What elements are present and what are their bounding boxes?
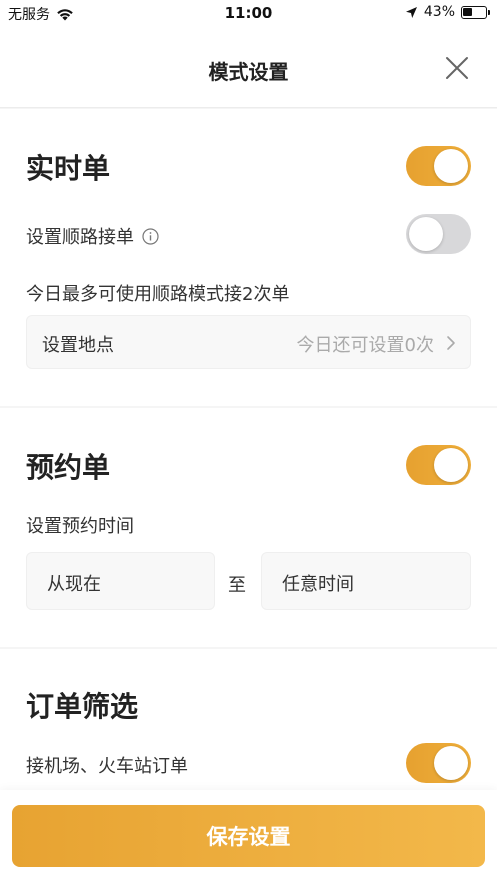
close-icon[interactable] — [445, 56, 469, 80]
battery-level — [463, 7, 472, 16]
time-from-value: 从现在 — [47, 574, 101, 595]
airport-label: 接机场、火车站订单 — [26, 756, 188, 777]
toggle-knob — [434, 448, 468, 482]
toggle-knob — [434, 746, 468, 780]
location-value: 今日还可设置0次 — [296, 335, 434, 356]
toggle-knob — [409, 217, 443, 251]
time-until-field[interactable]: 任意时间 — [261, 552, 471, 610]
location-arrow-icon — [405, 6, 417, 18]
status-bar: 无服务 11:00 43% — [0, 0, 497, 26]
status-right: 43% — [405, 4, 490, 20]
route-note: 今日最多可使用顺路模式接2次单 — [26, 284, 290, 305]
save-bar: 保存设置 — [0, 790, 497, 883]
time-from-field[interactable]: 从现在 — [26, 552, 215, 610]
reserve-time-label: 设置预约时间 — [26, 516, 134, 537]
route-label: 设置顺路接单 — [26, 227, 134, 248]
chevron-right-icon — [447, 336, 455, 350]
filter-title: 订单筛选 — [26, 690, 139, 723]
nav-bar: 模式设置 — [0, 26, 497, 108]
reserve-card: 预约单 设置预约时间 从现在 至 任意时间 — [0, 408, 497, 647]
page-title: 模式设置 — [208, 60, 289, 84]
realtime-toggle[interactable] — [406, 146, 471, 186]
time-separator: 至 — [228, 575, 246, 596]
realtime-title: 实时单 — [26, 152, 111, 185]
toggle-knob — [434, 149, 468, 183]
battery-percent: 43% — [423, 4, 455, 20]
route-toggle[interactable] — [406, 214, 471, 254]
airport-toggle[interactable] — [406, 743, 471, 783]
reserve-title: 预约单 — [26, 451, 111, 484]
info-icon[interactable] — [142, 227, 159, 245]
reserve-toggle[interactable] — [406, 445, 471, 485]
route-label-row: 设置顺路接单 — [26, 223, 159, 249]
set-location-row[interactable]: 设置地点 今日还可设置0次 — [26, 315, 471, 369]
location-label: 设置地点 — [42, 335, 114, 356]
save-button[interactable]: 保存设置 — [12, 805, 485, 867]
realtime-card: 实时单 设置顺路接单 今日最多可使用顺路模式接2次单 设置地点 今日还可设置0次 — [0, 109, 497, 406]
time-until-value: 任意时间 — [282, 574, 354, 595]
battery-icon — [461, 5, 490, 19]
